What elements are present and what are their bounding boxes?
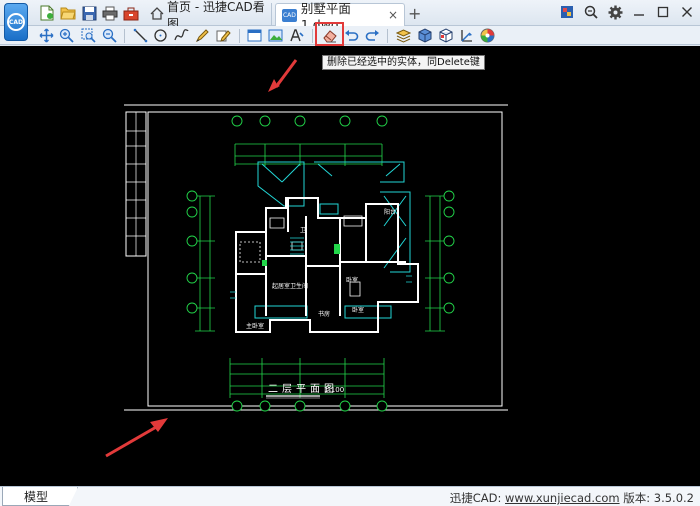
save-icon[interactable] [80, 4, 98, 22]
toolbar-separator [239, 29, 240, 43]
sketch-pen-icon[interactable] [194, 27, 211, 44]
color-palette-icon[interactable] [479, 27, 496, 44]
zoom-window-icon[interactable] [80, 27, 97, 44]
open-folder-icon[interactable] [59, 4, 77, 22]
layers-icon[interactable] [395, 27, 412, 44]
measure-icon[interactable] [458, 27, 475, 44]
version-text: 版本: 3.5.0.2 [619, 491, 694, 505]
toolbox-icon[interactable] [122, 4, 140, 22]
quick-access-toolbar [38, 4, 140, 22]
home-icon [150, 6, 164, 23]
zoom-magnifier-icon[interactable] [582, 3, 600, 21]
print-icon[interactable] [101, 4, 119, 22]
redo-icon[interactable] [364, 27, 381, 44]
image-insert-icon[interactable] [267, 27, 284, 44]
zoom-extents-icon[interactable] [101, 27, 118, 44]
drawing-scale: 1:100 [324, 386, 344, 394]
line-tool-icon[interactable] [132, 27, 149, 44]
delete-tooltip: 删除已经选中的实体，同Delete键 [322, 55, 485, 70]
tab-model[interactable]: 模型 [2, 487, 78, 506]
room-label: 主卧室 [246, 322, 264, 330]
block-3d-icon[interactable] [416, 27, 433, 44]
circle-tool-icon[interactable] [152, 27, 169, 44]
layout-frame-icon[interactable] [246, 27, 263, 44]
skin-icon[interactable] [558, 3, 576, 21]
polyline-tool-icon[interactable] [173, 27, 190, 44]
app-logo-text: CAD [8, 18, 24, 26]
cad-drawing: 起居室卫生间 主卧室 书房 卧室 卧室 卫 阳台 二层平面图 1:100 [105, 59, 508, 458]
gear-icon[interactable] [606, 3, 624, 21]
toolbar-separator [124, 29, 125, 43]
status-info: 迅捷CAD: www.xunjiecad.com 版本: 3.5.0.2 [450, 490, 694, 506]
text-edit-icon[interactable] [215, 27, 232, 44]
close-tab-icon[interactable]: × [388, 8, 398, 22]
window-controls [558, 3, 696, 21]
room-label: 书房 [318, 310, 330, 318]
app-logo[interactable]: CAD [4, 3, 28, 41]
view-cube-icon[interactable] [437, 27, 454, 44]
drawing-canvas[interactable]: 起居室卫生间 主卧室 书房 卧室 卧室 卫 阳台 二层平面图 1:100 [0, 46, 700, 486]
status-prefix: 迅捷CAD: [449, 491, 506, 505]
pan-move-icon[interactable] [38, 27, 55, 44]
maximize-icon[interactable] [654, 3, 672, 21]
room-label: 卧室 [346, 276, 358, 284]
undo-icon[interactable] [343, 27, 360, 44]
dwg-file-icon: CAD [282, 8, 297, 22]
toolbar-separator [387, 29, 388, 43]
title-bar: CAD 首页 - 迅捷CAD看图 CAD 别墅平面1.dwg × + [0, 0, 700, 41]
room-label: 卧室 [352, 306, 364, 314]
add-tab-button[interactable]: + [408, 4, 421, 23]
zoom-in-icon[interactable] [58, 27, 75, 44]
new-file-icon[interactable] [38, 4, 56, 22]
website-link[interactable]: www.xunjiecad.com [505, 491, 620, 505]
room-label: 起居室卫生间 [272, 282, 308, 290]
tab-home[interactable]: 首页 - 迅捷CAD看图 [144, 0, 272, 31]
toolbar-separator [312, 29, 313, 43]
room-label: 阳台 [384, 208, 396, 216]
text-tool-icon[interactable] [288, 27, 305, 44]
app-window: CAD 首页 - 迅捷CAD看图 CAD 别墅平面1.dwg × + 删除已经选… [0, 0, 700, 506]
minimize-icon[interactable] [630, 3, 648, 21]
room-label: 卫 [300, 227, 306, 234]
drawing-toolbar [0, 26, 700, 45]
close-window-icon[interactable] [678, 3, 696, 21]
delete-button-highlight [315, 22, 344, 46]
status-bar: 模型 迅捷CAD: www.xunjiecad.com 版本: 3.5.0.2 [0, 486, 700, 506]
